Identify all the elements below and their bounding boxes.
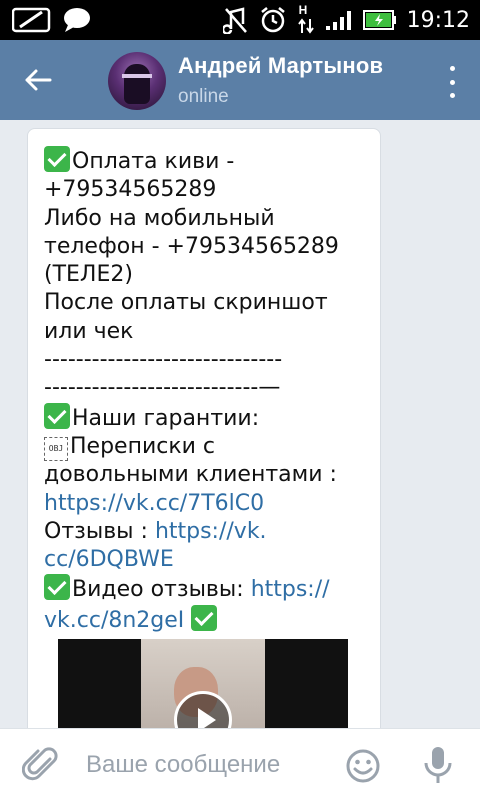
avatar-band <box>122 74 152 78</box>
contact-name[interactable]: Андрей Мартынов <box>178 53 383 79</box>
status-time: 19:12 <box>406 7 470 33</box>
microphone-icon <box>424 747 452 783</box>
more-vert-icon[interactable] <box>442 64 462 100</box>
chat-area[interactable]: Оплата киви - +79534565289 Либо на мобил… <box>0 120 480 728</box>
microphone-button[interactable] <box>420 745 456 785</box>
video-attachment[interactable] <box>58 639 348 728</box>
battery-icon <box>362 9 397 31</box>
msg-line: довольными клиентами : <box>44 462 337 488</box>
status-bar: H 19:12 <box>0 0 480 40</box>
video-reviews-label: Видео отзывы: <box>72 577 251 603</box>
divider-dashes: ---------------------------— <box>44 375 281 401</box>
link-video-reviews-cont[interactable]: vk.cc/8n2geI <box>44 608 184 633</box>
attach-button[interactable] <box>21 745 62 785</box>
divider-dashes: ------------------------------ <box>44 347 283 373</box>
avatar-figure <box>124 64 150 104</box>
msg-line: Наши гарантии: <box>72 405 260 431</box>
link-reviews[interactable]: https://vk. <box>155 519 267 544</box>
message-input[interactable] <box>86 747 336 783</box>
object-replacement-icon: OBJ <box>44 436 68 461</box>
signal-icon <box>325 9 353 31</box>
link-video-reviews[interactable]: https:// <box>251 577 330 602</box>
msg-line: Оплата киви - <box>72 149 235 174</box>
msg-line: или чек <box>44 318 134 344</box>
network-type-label: H <box>298 3 308 17</box>
check-mark-icon <box>191 604 218 631</box>
smiley-icon <box>346 749 380 783</box>
contact-status: online <box>178 86 229 107</box>
link-correspondence[interactable]: https://vk.cc/7T6lC0 <box>44 491 264 516</box>
reviews-label: Отзывы : <box>44 518 155 544</box>
msg-line: +79534565289 <box>44 177 217 203</box>
messenger-icon <box>12 7 52 33</box>
msg-line: (ТЕЛЕ2) <box>44 262 133 288</box>
mute-icon <box>222 6 249 34</box>
chat-header: Андрей Мартынов online <box>0 40 480 120</box>
message-text: Оплата киви - +79534565289 Либо на мобил… <box>44 146 374 635</box>
check-mark-icon <box>44 146 70 172</box>
msg-line: телефон - +79534565289 <box>44 233 339 259</box>
msg-line: После оплаты скриншот <box>44 290 328 316</box>
check-mark-icon <box>44 402 70 429</box>
avatar[interactable] <box>108 52 166 110</box>
msg-line: Переписки с <box>70 433 216 459</box>
input-bar <box>0 728 480 800</box>
emoji-button[interactable] <box>344 747 382 785</box>
msg-line: Либо на мобильный <box>44 205 275 231</box>
check-mark-icon <box>44 574 70 601</box>
back-arrow-icon <box>25 69 52 91</box>
chat-bubble-icon <box>62 7 92 33</box>
alarm-icon <box>259 6 287 34</box>
data-arrows-icon: H <box>297 3 315 35</box>
link-reviews-cont[interactable]: cc/6DQBWE <box>44 547 174 572</box>
paperclip-icon <box>21 747 58 781</box>
back-button[interactable] <box>16 58 60 102</box>
